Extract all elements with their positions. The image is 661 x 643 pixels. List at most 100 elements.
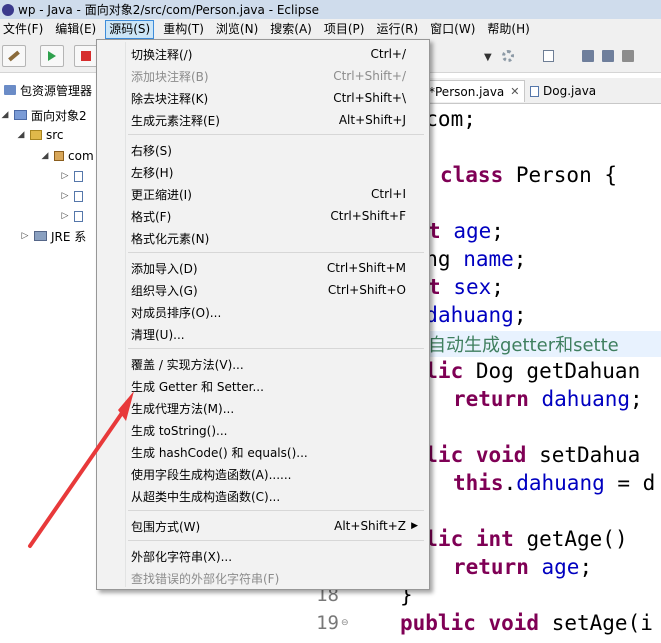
source-menu-item[interactable]: 生成代理方法(M)...	[100, 397, 426, 419]
menu-item-label: 左移(H)	[131, 165, 174, 180]
code-token: ;	[491, 275, 504, 299]
menu-1[interactable]: 编辑(E)	[52, 20, 99, 39]
source-menu-item[interactable]: 格式(F) Ctrl+Shift+F	[100, 205, 426, 227]
source-menu-item[interactable]: 对成员排序(O)...	[100, 301, 426, 323]
source-menu-item[interactable]: 包围方式(W) Alt+Shift+Z ▶	[100, 515, 426, 537]
save-all-button[interactable]	[600, 48, 616, 64]
code-line: return dahuang;	[453, 387, 643, 411]
menu-item-label: 对成员排序(O)...	[131, 305, 222, 320]
code-line: ublic void setDahua	[400, 443, 640, 467]
package-explorer-icon	[4, 85, 16, 95]
project-icon	[14, 110, 27, 120]
menu-item-label: 从超类中生成构造函数(C)...	[131, 489, 281, 504]
menu-item-label: 右移(S)	[131, 143, 172, 158]
eclipse-app-icon	[2, 3, 14, 16]
source-menu-item[interactable]: 生成元素注释(E) Alt+Shift+J	[100, 109, 426, 131]
tree-item-jre[interactable]: ▷ JRE 系	[20, 227, 87, 245]
tree-item-file[interactable]: ▷	[60, 167, 87, 185]
menu-item-shortcut: Ctrl+Shift+F	[330, 209, 406, 223]
fold-toggle-icon[interactable]: ⊖	[341, 618, 349, 628]
hammer-icon	[8, 50, 20, 62]
menu-item-label: 格式化元素(N)	[131, 231, 210, 246]
code-token: age	[541, 555, 580, 579]
collapsed-twistie-icon[interactable]: ▷	[60, 211, 70, 221]
menu-item-shortcut: Ctrl+I	[371, 187, 406, 201]
src-label: src	[46, 128, 64, 142]
tree-item-project[interactable]: ◢ 面向对象2	[0, 106, 87, 124]
tab-person-java[interactable]: *Person.java ✕	[424, 80, 525, 102]
menu-item-label: 覆盖 / 实现方法(V)...	[131, 357, 244, 372]
menu-4[interactable]: 浏览(N)	[213, 20, 261, 39]
java-file-icon	[530, 85, 539, 97]
save-button[interactable]	[580, 48, 596, 64]
java-file-icon	[74, 190, 83, 202]
menu-item-shortcut: Ctrl+/	[370, 47, 406, 61]
terminate-button[interactable]	[74, 45, 98, 67]
code-line: class Person {	[440, 163, 617, 187]
source-menu-item[interactable]: 生成 Getter 和 Setter...	[100, 375, 426, 397]
collapsed-twistie-icon[interactable]: ▷	[60, 191, 70, 201]
new-file-icon	[542, 50, 554, 62]
menu-item-label: 更正缩进(I)	[131, 187, 192, 202]
menu-separator	[128, 134, 424, 135]
menu-7[interactable]: 运行(R)	[373, 20, 421, 39]
expanded-twistie-icon[interactable]: ◢	[0, 110, 10, 120]
source-menu-item[interactable]: 覆盖 / 实现方法(V)...	[100, 353, 426, 375]
code-token: Dog getDahuan	[463, 359, 641, 383]
menu-0[interactable]: 文件(F)	[0, 20, 46, 39]
source-menu-item[interactable]: 组织导入(G) Ctrl+Shift+O	[100, 279, 426, 301]
source-menu-item[interactable]: 左移(H)	[100, 161, 426, 183]
menu-item-label: 格式(F)	[131, 209, 172, 224]
source-menu-item[interactable]: 生成 hashCode() 和 equals()...	[100, 441, 426, 463]
source-menu-item: 查找错误的外部化字符串(F)	[100, 567, 426, 589]
menu-3[interactable]: 重构(T)	[160, 20, 207, 39]
settings-gear-button[interactable]	[500, 48, 516, 64]
code-line: t age;	[428, 219, 504, 243]
source-menu-item[interactable]: 添加导入(D) Ctrl+Shift+M	[100, 257, 426, 279]
tree-item-package[interactable]: ◢ com	[40, 147, 94, 165]
menu-2[interactable]: 源码(S)	[105, 20, 155, 39]
close-icon[interactable]: ✕	[510, 85, 519, 98]
source-menu-item: 添加块注释(B) Ctrl+Shift+/	[100, 65, 426, 87]
code-line: ublic Dog getDahuan	[400, 359, 640, 383]
run-button[interactable]	[40, 45, 64, 67]
source-menu-item[interactable]: 从超类中生成构造函数(C)...	[100, 485, 426, 507]
tree-item-file[interactable]: ▷	[60, 187, 87, 205]
source-menu-item[interactable]: 外部化字符串(X)...	[100, 545, 426, 567]
build-hammer-button[interactable]	[2, 45, 26, 67]
source-menu-item[interactable]: 格式化元素(N)	[100, 227, 426, 249]
code-line: return age;	[453, 555, 592, 579]
new-file-button[interactable]	[540, 48, 556, 64]
menu-8[interactable]: 窗口(W)	[427, 20, 478, 39]
expanded-twistie-icon[interactable]: ◢	[40, 151, 50, 161]
collapsed-twistie-icon[interactable]: ▷	[20, 231, 30, 241]
menu-5[interactable]: 搜索(A)	[267, 20, 315, 39]
menu-item-label: 添加块注释(B)	[131, 69, 209, 84]
expanded-twistie-icon[interactable]: ◢	[16, 130, 26, 140]
print-button[interactable]	[620, 48, 636, 64]
menu-item-label: 使用字段生成构造函数(A)......	[131, 467, 292, 482]
editor-tab-bar: *Person.java ✕ Dog.java	[410, 78, 661, 104]
code-token: return	[453, 555, 529, 579]
source-menu-item[interactable]: 除去块注释(K) Ctrl+Shift+\	[100, 87, 426, 109]
explorer-header: 包资源管理器	[0, 81, 100, 99]
source-menu-item[interactable]: 生成 toString()...	[100, 419, 426, 441]
menu-6[interactable]: 项目(P)	[321, 20, 368, 39]
code-token: ;	[491, 219, 504, 243]
menu-item-shortcut: Ctrl+Shift+M	[326, 261, 406, 275]
project-label: 面向对象2	[31, 108, 87, 123]
code-token: ;	[513, 303, 527, 327]
print-icon	[622, 50, 634, 62]
source-menu-item[interactable]: 右移(S)	[100, 139, 426, 161]
collapsed-twistie-icon[interactable]: ▷	[60, 171, 70, 181]
tree-item-file[interactable]: ▷	[60, 207, 87, 225]
source-menu-item[interactable]: 使用字段生成构造函数(A)......	[100, 463, 426, 485]
source-menu-item[interactable]: 切换注释(/) Ctrl+/	[100, 43, 426, 65]
source-menu-item[interactable]: 清理(U)...	[100, 323, 426, 345]
menu-9[interactable]: 帮助(H)	[484, 20, 532, 39]
source-menu-item[interactable]: 更正缩进(I) Ctrl+I	[100, 183, 426, 205]
tab-dog-java[interactable]: Dog.java	[526, 80, 600, 102]
tree-item-src[interactable]: ◢ src	[16, 126, 64, 144]
combo-dropdown-icon[interactable]: ▼	[484, 52, 492, 63]
menu-item-label: 外部化字符串(X)...	[131, 549, 233, 564]
